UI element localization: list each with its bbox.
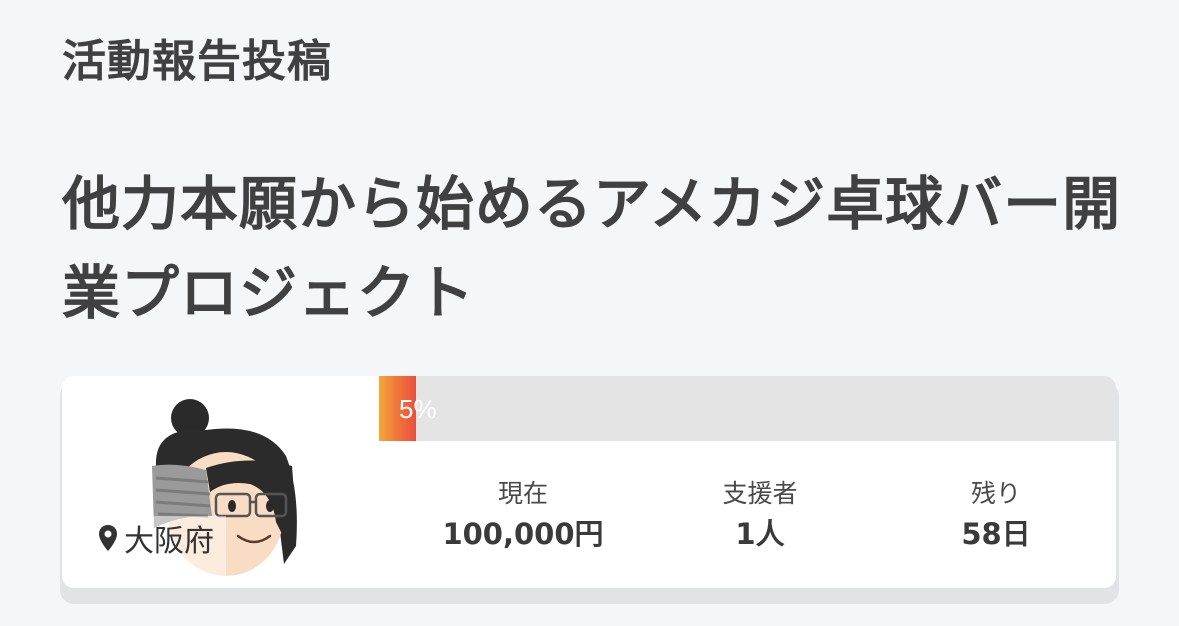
stat-current-label: 現在 — [497, 479, 548, 508]
map-pin-icon — [99, 525, 117, 551]
section-label: 活動報告投稿 — [62, 36, 332, 87]
stat-current-value: 100,000円 — [442, 517, 604, 551]
location-text: 大阪府 — [124, 524, 214, 559]
stat-supporters-value: 1人 — [735, 517, 785, 551]
stat-remaining-label: 残り — [970, 479, 1021, 508]
project-title: 他力本願から始めるアメカジ卓球バー開業プロジェクト — [62, 170, 1122, 327]
progress-bar: 5% — [379, 376, 1116, 441]
stat-current-amount: 現在 100,000円 — [423, 476, 623, 556]
stat-supporters-label: 支援者 — [722, 479, 798, 508]
location: 大阪府 — [98, 518, 214, 559]
stat-supporters: 支援者 1人 — [660, 476, 860, 556]
stat-remaining: 残り 58日 — [896, 476, 1096, 556]
stat-remaining-value: 58日 — [961, 517, 1031, 551]
project-card[interactable]: 5% 大阪府 現在 100,000円 支援者 1人 残り 58日 — [62, 376, 1116, 588]
progress-percent: 5% — [399, 394, 437, 424]
